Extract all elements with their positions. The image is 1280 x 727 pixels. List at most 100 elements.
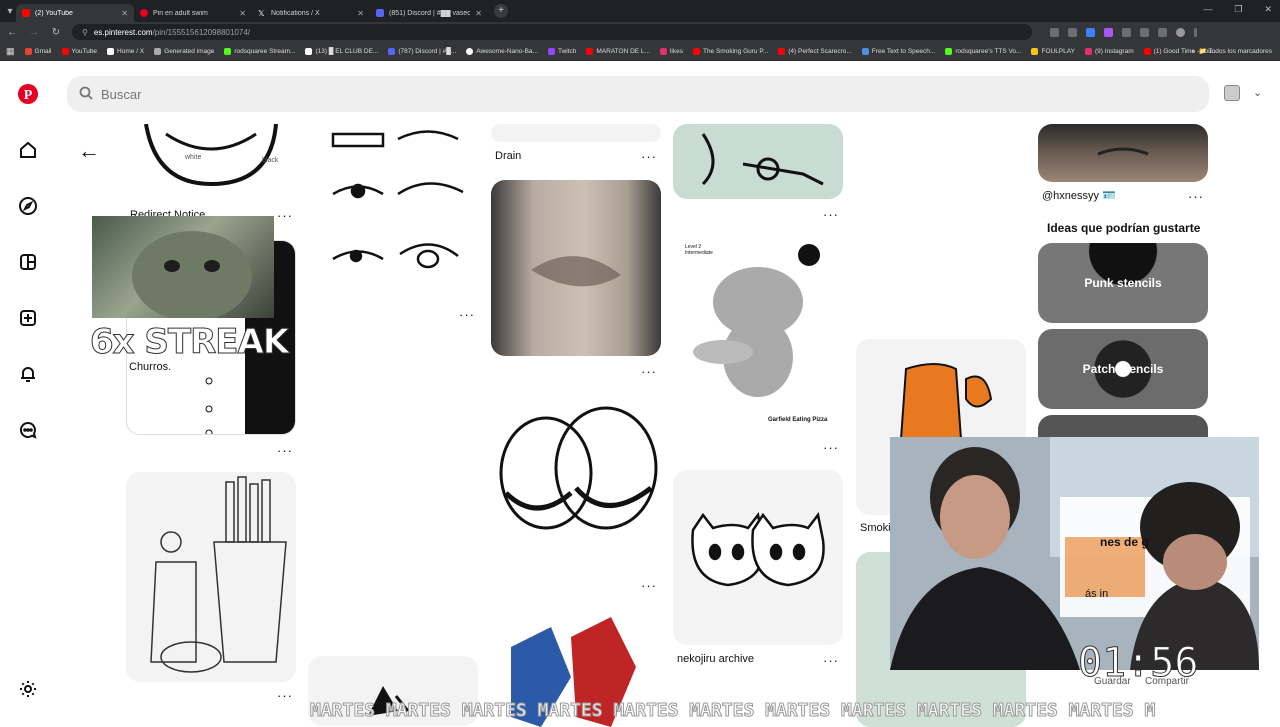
more-options-icon[interactable]: ··· <box>641 364 657 379</box>
extension-icon[interactable] <box>1140 27 1149 37</box>
chevron-down-icon[interactable]: ⌄ <box>1253 86 1262 99</box>
browser-tab[interactable]: (851) Discord | #██ vaseos-ox... ✕ <box>370 4 488 22</box>
share-button[interactable]: Compartir <box>1145 676 1189 687</box>
youtube-icon <box>61 47 69 55</box>
github-icon <box>466 47 474 55</box>
reload-icon[interactable]: ↻ <box>50 27 62 38</box>
more-options-icon[interactable]: ··· <box>277 443 293 458</box>
more-options-icon[interactable]: ··· <box>641 578 657 593</box>
browser-tab[interactable]: 𝕏 Notifications / X ✕ <box>252 4 370 22</box>
bookmark[interactable]: rodsquaree Stream... <box>224 47 295 55</box>
back-arrow-icon[interactable]: ← <box>78 138 100 164</box>
pin-title[interactable]: Drain <box>495 150 521 162</box>
new-tab-button[interactable]: + <box>494 4 508 18</box>
explore-icon[interactable] <box>16 194 40 218</box>
bookmark[interactable]: The Smoking Guru P... <box>692 47 768 55</box>
back-icon[interactable]: ← <box>6 27 18 38</box>
pin-title[interactable]: nekojiru archive <box>677 653 754 665</box>
bookmark[interactable]: (4) Perfect Scarecro... <box>778 47 852 55</box>
site-info-icon[interactable]: ⚲ <box>82 28 88 37</box>
all-bookmarks[interactable]: » 📁 Todos los marcadores <box>1191 47 1272 55</box>
search-icon <box>79 86 93 103</box>
bookmark[interactable]: FOULPLAY <box>1031 47 1075 55</box>
pin-caption: Churros. <box>129 361 172 373</box>
home-icon[interactable] <box>16 138 40 162</box>
pin-eyes-sketch[interactable] <box>308 124 478 298</box>
more-options-icon[interactable]: ··· <box>641 149 657 164</box>
bookmark[interactable]: Free Text to Speech... <box>861 47 935 55</box>
search-input[interactable]: Buscar <box>67 76 1209 112</box>
address-bar[interactable]: ⚲ es.pinterest.com/pin/15551561209880107… <box>72 24 1032 40</box>
notifications-icon[interactable] <box>16 362 40 386</box>
bookmark[interactable]: (787) Discord | #█... <box>388 47 456 55</box>
bookmark[interactable]: YouTube <box>61 47 97 55</box>
profile-avatar[interactable] <box>1176 27 1185 37</box>
tab-title: Pin en adult swim <box>153 9 208 17</box>
pin-cartoon-teal[interactable] <box>673 124 843 199</box>
minimize-icon[interactable]: — <box>1203 4 1212 15</box>
more-options-icon[interactable]: ··· <box>823 653 839 668</box>
more-options-icon[interactable]: ··· <box>459 307 475 322</box>
streak-cat-image <box>92 216 274 321</box>
pin-garfield-stencil[interactable] <box>673 237 843 432</box>
pin-author[interactable]: @hxnessyy 🪪 <box>1042 189 1116 202</box>
pin-tattoo-torso[interactable] <box>1038 124 1208 182</box>
pin-caption: Garfield Eating Pizza <box>768 417 828 423</box>
instagram-icon <box>1084 47 1092 55</box>
ideas-heading: Ideas que podrían gustarte <box>1047 221 1201 235</box>
boards-icon[interactable] <box>16 250 40 274</box>
more-options-icon[interactable]: ··· <box>277 688 293 703</box>
image-icon <box>154 47 162 55</box>
bookmark[interactable]: rodsquaree's TTS Vo... <box>945 47 1021 55</box>
obscured-ideas-text: nes de g <box>1100 535 1149 549</box>
bookmark[interactable]: likes <box>659 47 683 55</box>
pin-troll-faces[interactable] <box>491 393 661 570</box>
bookmark[interactable]: (13) █ EL CLUB DE... <box>305 47 378 55</box>
tab-search-icon[interactable]: ▾ <box>4 6 16 17</box>
bookmark[interactable]: Home / X <box>107 47 144 55</box>
idea-card-patch-stencils[interactable]: Patch stencils <box>1038 329 1208 409</box>
extension-icon[interactable] <box>1050 27 1059 37</box>
pin-aqua-teen[interactable] <box>126 472 296 682</box>
profile-avatar[interactable] <box>1224 85 1240 101</box>
close-icon[interactable]: ✕ <box>121 9 128 18</box>
messages-icon[interactable] <box>16 418 40 442</box>
close-icon[interactable]: ✕ <box>475 9 482 18</box>
apps-icon[interactable]: ▦ <box>6 46 15 57</box>
forward-icon[interactable]: → <box>28 27 40 38</box>
save-button[interactable]: Guardar <box>1094 676 1131 687</box>
restore-icon[interactable]: ❐ <box>1234 4 1242 15</box>
download-icon[interactable] <box>1158 27 1167 37</box>
bookmark[interactable]: Generated image <box>154 47 214 55</box>
bookmark[interactable]: Gmail <box>24 47 52 55</box>
idea-card-punk-stencils[interactable]: Punk stencils <box>1038 243 1208 323</box>
more-options-icon[interactable]: ··· <box>823 207 839 222</box>
create-icon[interactable] <box>16 306 40 330</box>
close-window-icon[interactable]: ✕ <box>1264 4 1272 15</box>
pin-caption: black <box>262 157 279 164</box>
extension-icon[interactable] <box>1068 27 1077 37</box>
bookmark[interactable]: Twitch <box>547 47 576 55</box>
pin-tattoo-arm[interactable] <box>491 180 661 356</box>
url-path: /pin/155515612098801074/ <box>152 27 250 37</box>
bookmark[interactable]: MARATON DE L... <box>586 47 650 55</box>
bookmark[interactable]: (9) Instagram <box>1084 47 1134 55</box>
extension-icon[interactable] <box>1122 27 1131 37</box>
menu-icon[interactable] <box>1194 27 1197 37</box>
bookmark[interactable]: Awesome-Nano-Ba... <box>466 47 538 55</box>
extension-icon[interactable] <box>1086 27 1095 37</box>
close-icon[interactable]: ✕ <box>357 9 364 18</box>
browser-tab[interactable]: Pin en adult swim ✕ <box>134 4 252 22</box>
pinterest-logo-icon[interactable]: P <box>16 82 40 106</box>
more-options-icon[interactable]: ··· <box>277 208 293 223</box>
pin-nekojiru[interactable] <box>673 470 843 645</box>
close-icon[interactable]: ✕ <box>239 9 246 18</box>
settings-icon[interactable] <box>16 677 40 701</box>
browser-tab[interactable]: (2) YouTube ✕ <box>16 4 134 22</box>
pin-title[interactable]: Smoki <box>860 522 891 534</box>
extension-icon[interactable] <box>1104 27 1113 37</box>
more-options-icon[interactable]: ··· <box>823 440 839 455</box>
pinterest-sidebar: P <box>0 62 56 720</box>
pin-drain-top[interactable] <box>491 124 661 142</box>
more-options-icon[interactable]: ··· <box>1188 189 1204 204</box>
